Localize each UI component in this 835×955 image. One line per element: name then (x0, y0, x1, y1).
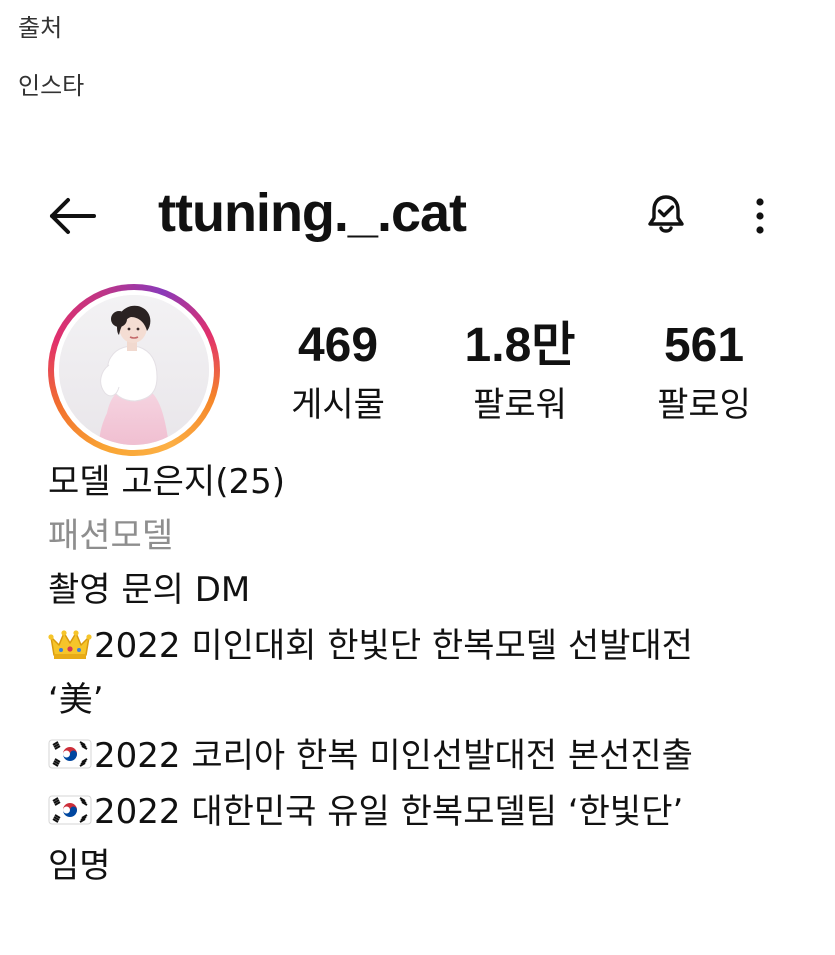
posts-count: 469 (297, 319, 379, 372)
bio-line-text: 2022 미인대회 한빛단 한복모델 선발대전 (94, 626, 693, 666)
bell-check-icon[interactable] (644, 192, 688, 236)
following-label: 팔로잉 (657, 385, 751, 425)
avatar-photo-image (59, 295, 209, 445)
korea-flag-emoji-icon (48, 739, 92, 769)
bio-line-text: 2022 대한민국 유일 한복모델팀 ‘한빛단’ (94, 792, 684, 832)
bio-line: 임명 (48, 846, 111, 886)
bio-category: 패션모델 (48, 516, 174, 556)
stat-followers[interactable]: 1.8만 팔로워 (430, 318, 610, 426)
bio-display-name: 모델 고은지(25) (48, 462, 286, 502)
back-arrow-icon[interactable] (46, 196, 98, 236)
bio-line: 2022 대한민국 유일 한복모델팀 ‘한빛단’ (48, 790, 683, 834)
korea-flag-emoji-icon (48, 795, 92, 825)
stat-following[interactable]: 561 팔로잉 (614, 318, 794, 426)
profile-avatar[interactable] (48, 284, 220, 456)
followers-count: 1.8만 (464, 319, 576, 372)
source-title: 출처 (18, 14, 63, 42)
more-options-icon[interactable] (744, 194, 776, 238)
followers-label: 팔로워 (473, 385, 567, 425)
profile-username: ttuning._.cat (158, 183, 467, 243)
bio-line-text: 2022 코리아 한복 미인선발대전 본선진출 (94, 736, 693, 776)
crown-emoji-icon (48, 630, 92, 659)
stat-posts[interactable]: 469 게시물 (248, 318, 428, 426)
bio-line: 2022 미인대회 한빛단 한복모델 선발대전 (48, 624, 693, 668)
bio-line: 2022 코리아 한복 미인선발대전 본선진출 (48, 734, 693, 778)
following-count: 561 (663, 319, 745, 372)
source-value: 인스타 (18, 72, 85, 100)
posts-label: 게시물 (291, 385, 385, 425)
bio-line: 촬영 문의 DM (48, 570, 251, 610)
bio-line: ‘美’ (48, 680, 104, 720)
